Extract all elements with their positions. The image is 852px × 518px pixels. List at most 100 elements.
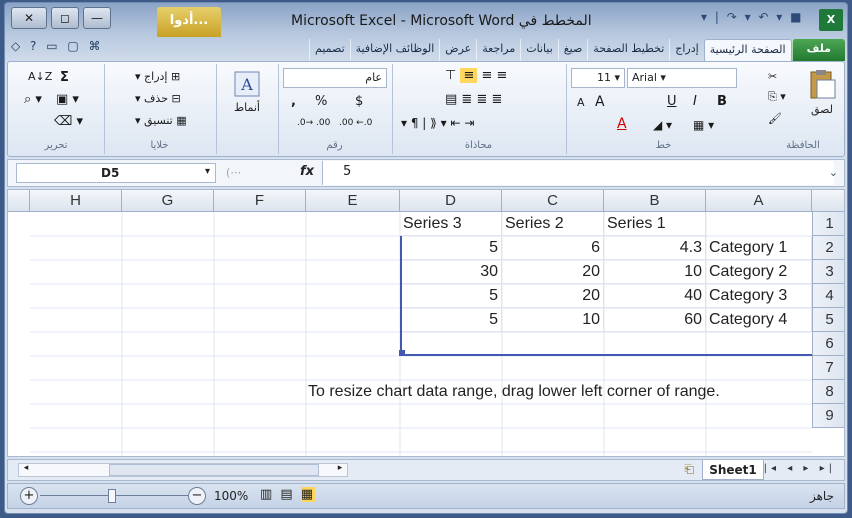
- cell-b4[interactable]: 40: [604, 284, 706, 308]
- cell-c5[interactable]: 10: [502, 308, 604, 332]
- vertical-split-box[interactable]: [8, 190, 30, 212]
- tab-page-layout[interactable]: تخطيط الصفحة: [587, 39, 669, 61]
- delete-cells-button[interactable]: ⊟ حذف ▾: [135, 92, 181, 105]
- column-header-d[interactable]: D: [400, 190, 502, 212]
- cell-e8-note[interactable]: To resize chart data range, drag lower l…: [308, 380, 720, 404]
- cut-icon[interactable]: ✂: [768, 70, 777, 83]
- close-button[interactable]: ✕: [11, 7, 47, 29]
- zoom-in-icon[interactable]: +: [20, 487, 38, 505]
- font-size-combo[interactable]: 11 ▾: [571, 68, 625, 88]
- column-header-f[interactable]: F: [214, 190, 306, 212]
- copy-icon[interactable]: ⎘ ▾: [768, 90, 786, 104]
- cell-b3[interactable]: 10: [604, 260, 706, 284]
- tab-view[interactable]: عرض: [439, 39, 476, 61]
- scroll-right-icon[interactable]: ▸: [333, 463, 347, 473]
- column-header-e[interactable]: E: [306, 190, 400, 212]
- zoom-thumb[interactable]: [108, 489, 116, 503]
- cell-c3[interactable]: 20: [502, 260, 604, 284]
- cell-b5[interactable]: 60: [604, 308, 706, 332]
- cell-c1[interactable]: Series 2: [502, 212, 604, 236]
- styles-button[interactable]: A أنماط: [227, 70, 267, 130]
- cell-d5[interactable]: 5: [400, 308, 502, 332]
- row-header-6[interactable]: 6: [812, 332, 844, 356]
- cell-d2[interactable]: 5: [400, 236, 502, 260]
- restore-button[interactable]: ◻: [51, 7, 79, 29]
- row-header-9[interactable]: 9: [812, 404, 844, 428]
- autosum-button[interactable]: Σ: [60, 70, 69, 85]
- column-header-c[interactable]: C: [502, 190, 604, 212]
- format-painter-icon[interactable]: 🖌: [768, 112, 782, 125]
- indent-icons[interactable]: ▾ ¶ | ⟫ ▾ ⇤ ⇥: [401, 116, 474, 130]
- row-header-7[interactable]: 7: [812, 356, 844, 380]
- font-color-button[interactable]: A: [617, 116, 627, 132]
- grow-font-button[interactable]: A: [595, 94, 605, 110]
- row-header-3[interactable]: 3: [812, 260, 844, 284]
- row-header-5[interactable]: 5: [812, 308, 844, 332]
- increase-decimal-button[interactable]: .00 ←.0: [339, 118, 372, 128]
- tab-formulas[interactable]: صيغ: [557, 39, 588, 61]
- underline-button[interactable]: U: [667, 94, 677, 109]
- tab-add-ins[interactable]: الوظائف الإضافية: [349, 39, 440, 61]
- scroll-left-icon[interactable]: ◂: [19, 463, 33, 473]
- find-select-icon[interactable]: ⌕ ▾: [24, 92, 42, 107]
- cell-b2[interactable]: 4.3: [604, 236, 706, 260]
- horizontal-scroll-thumb[interactable]: [109, 464, 319, 476]
- tab-design[interactable]: تصميم: [309, 39, 350, 61]
- tab-insert[interactable]: إدراج: [669, 39, 703, 61]
- percent-button[interactable]: %: [315, 94, 327, 109]
- row-header-4[interactable]: 4: [812, 284, 844, 308]
- tab-file[interactable]: ملف: [791, 39, 845, 61]
- cell-a3[interactable]: Category 2: [706, 260, 812, 284]
- borders-icon[interactable]: ▦ ▾: [693, 118, 714, 132]
- cell-c2[interactable]: 6: [502, 236, 604, 260]
- zoom-slider[interactable]: +: [16, 487, 190, 505]
- sort-filter-button[interactable]: A↓Z: [28, 70, 52, 83]
- range-resize-handle[interactable]: [399, 350, 405, 356]
- number-format-combo[interactable]: عام: [283, 68, 387, 88]
- fill-color-icon[interactable]: ◢ ▾: [653, 118, 672, 132]
- align-horizontal-icons[interactable]: ▤ ≣ ≣ ≣: [445, 92, 502, 107]
- shrink-font-button[interactable]: A: [577, 96, 585, 109]
- fill-icon[interactable]: ▣ ▾: [56, 92, 79, 107]
- format-cells-button[interactable]: ▦ تنسيق ▾: [135, 114, 187, 127]
- horizontal-scrollbar[interactable]: ◂ ▸: [18, 463, 348, 477]
- decrease-decimal-button[interactable]: .0→ .00: [297, 118, 330, 128]
- bold-button[interactable]: B: [717, 94, 727, 109]
- tab-home[interactable]: الصفحة الرئيسية: [703, 39, 792, 61]
- tab-review[interactable]: مراجعة: [476, 39, 520, 61]
- select-all-corner[interactable]: [812, 190, 844, 212]
- column-header-b[interactable]: B: [604, 190, 706, 212]
- comma-button[interactable]: ,: [291, 94, 296, 109]
- insert-cells-button[interactable]: ⊞ إدراج ▾: [135, 70, 180, 83]
- paste-button[interactable]: لصق: [804, 68, 840, 124]
- zoom-out-icon[interactable]: −: [188, 487, 206, 505]
- currency-button[interactable]: $: [355, 94, 363, 109]
- row-header-1[interactable]: 1: [812, 212, 844, 236]
- cell-c4[interactable]: 20: [502, 284, 604, 308]
- formula-input[interactable]: 5: [322, 161, 834, 185]
- row-header-2[interactable]: 2: [812, 236, 844, 260]
- insert-sheet-icon[interactable]: ⎗: [684, 462, 694, 477]
- cell-a2[interactable]: Category 1: [706, 236, 812, 260]
- tab-data[interactable]: بيانات: [520, 39, 558, 61]
- cell-a5[interactable]: Category 4: [706, 308, 812, 332]
- cell-d4[interactable]: 5: [400, 284, 502, 308]
- sheet-nav-arrows[interactable]: |◂ ◂ ▸ ▸|: [764, 463, 836, 474]
- clear-icon[interactable]: ⌫ ▾: [54, 114, 83, 129]
- name-box-dropdown-icon[interactable]: ▾: [205, 166, 210, 177]
- sheet-tab-sheet1[interactable]: Sheet1: [702, 460, 764, 480]
- name-box[interactable]: D5 ▾: [16, 163, 216, 183]
- view-buttons[interactable]: ▥ ▤ ▦: [260, 487, 316, 502]
- italic-button[interactable]: I: [693, 94, 697, 109]
- column-header-h[interactable]: H: [30, 190, 122, 212]
- context-tab-tools[interactable]: أدوا...: [157, 7, 221, 37]
- align-top-icons[interactable]: ⊤ ≡ ≡ ≡: [445, 68, 507, 83]
- column-header-g[interactable]: G: [122, 190, 214, 212]
- row-header-8[interactable]: 8: [812, 380, 844, 404]
- zoom-level[interactable]: 100%: [214, 489, 248, 503]
- expand-formula-bar-icon[interactable]: ⌄: [829, 166, 838, 179]
- cell-d3[interactable]: 30: [400, 260, 502, 284]
- cell-d1[interactable]: Series 3: [400, 212, 502, 236]
- cell-b1[interactable]: Series 1: [604, 212, 706, 236]
- quick-access-toolbar[interactable]: ▾ | ↷ ▾ ↶ ▾ ■: [701, 10, 809, 30]
